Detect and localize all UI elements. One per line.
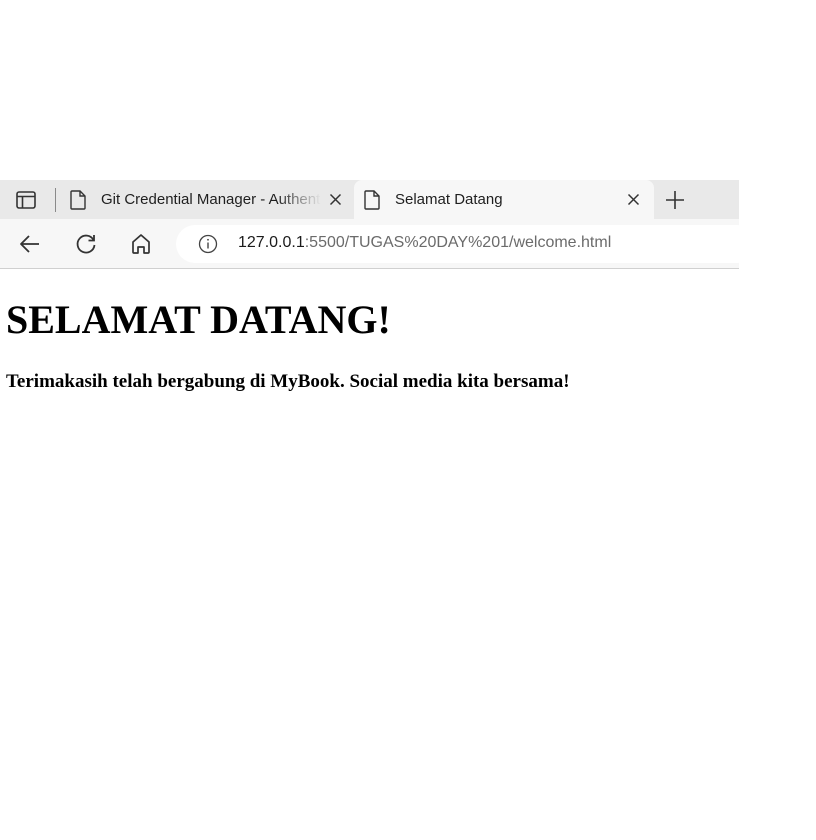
url-host: 127.0.0.1 [238, 234, 305, 251]
tab-title: Selamat Datang [395, 191, 503, 208]
reload-icon[interactable] [74, 232, 98, 256]
page-icon [364, 190, 380, 210]
tab-separator [55, 188, 56, 212]
welcome-message: Terimakasih telah bergabung di MyBook. S… [6, 371, 570, 392]
url-path: :5500/TUGAS%20DAY%201/welcome.html [304, 234, 612, 251]
info-icon[interactable] [198, 234, 218, 254]
tab-git-credential-manager[interactable]: Git Credential Manager - Authentication [60, 180, 352, 219]
browser-window: Git Credential Manager - Authentication … [0, 180, 756, 269]
address-bar[interactable]: 127.0.0.1:5500/TUGAS%20DAY%201/welcome.h… [176, 225, 756, 263]
close-icon[interactable] [329, 193, 342, 206]
navigation-bar: 127.0.0.1:5500/TUGAS%20DAY%201/welcome.h… [0, 219, 756, 269]
new-tab-icon[interactable] [664, 189, 686, 211]
home-icon[interactable] [129, 232, 153, 256]
back-icon[interactable] [18, 232, 42, 256]
close-icon[interactable] [627, 193, 640, 206]
page-content: SELAMAT DATANG! Terimakasih telah bergab… [6, 297, 570, 393]
tab-strip: Git Credential Manager - Authentication … [0, 180, 739, 219]
tab-selamat-datang[interactable]: Selamat Datang [354, 180, 654, 219]
page-icon [70, 190, 86, 210]
url-text[interactable]: 127.0.0.1:5500/TUGAS%20DAY%201/welcome.h… [238, 234, 611, 252]
tab-title: Git Credential Manager - Authentication [101, 191, 321, 208]
tab-actions-icon[interactable] [6, 186, 46, 214]
page-heading: SELAMAT DATANG! [6, 297, 391, 342]
